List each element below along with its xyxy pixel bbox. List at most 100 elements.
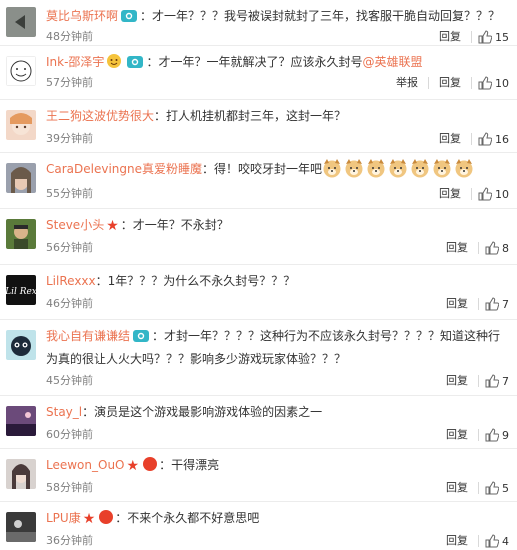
comment-text: 我心自有谦谦结 ：才封一年？？？？这种行为不应该永久封号？？？？知道这种行为真的很… [46, 325, 509, 371]
reply-button[interactable]: 回复 [435, 185, 465, 203]
username[interactable]: 我心自有谦谦结 [46, 329, 130, 343]
like-button[interactable]: 15 [478, 30, 509, 44]
mention-link[interactable]: @英雄联盟 [362, 55, 422, 69]
comment-text: LPU康 ★ ：不来个永久都不好意思吧 [46, 507, 509, 531]
avatar[interactable] [6, 163, 36, 193]
avatar[interactable] [6, 219, 36, 249]
like-count: 16 [495, 132, 509, 146]
comment-item: Steve小头 ★ ：才一年？不永封？ 56分钟前 回复 8 [0, 209, 517, 265]
doge-emoji-icon [455, 159, 473, 178]
like-button[interactable]: 10 [478, 187, 509, 201]
doge-emoji-icon [433, 159, 451, 178]
red-badge-icon [99, 510, 114, 524]
timestamp: 60分钟前 [46, 428, 93, 441]
like-count: 5 [502, 481, 509, 495]
comment-item: 我心自有谦谦结 ：才封一年？？？？这种行为不应该永久封号？？？？知道这种行为真的很… [0, 320, 517, 396]
like-count: 7 [502, 297, 509, 311]
timestamp: 36分钟前 [46, 534, 93, 547]
reply-button[interactable]: 回复 [442, 479, 472, 497]
comment-list: 莫比乌斯环啊 ：才一年？？？我号被误封就封了三年，找客服干脆自动回复？？？ 48分… [0, 0, 517, 550]
like-count: 10 [495, 187, 509, 201]
thumbs-up-icon [485, 428, 499, 442]
divider [478, 429, 479, 441]
like-button[interactable]: 9 [485, 428, 509, 442]
like-count: 8 [502, 241, 509, 255]
reply-button[interactable]: 回复 [442, 426, 472, 444]
comment-body: ：得！咬咬牙封一年吧 [202, 162, 323, 176]
thumbs-up-icon [485, 241, 499, 255]
comment-body: ：打人机挂机都封三年，这封一年？ [154, 109, 347, 123]
doge-emoji-row [322, 159, 476, 178]
timestamp: 55分钟前 [46, 187, 93, 200]
thumbs-up-icon [478, 30, 492, 44]
report-button[interactable]: 举报 [392, 74, 422, 92]
reply-button[interactable]: 回复 [442, 372, 472, 390]
avatar[interactable] [6, 7, 36, 37]
comment-text: LilRexxx：1年？？？为什么不永久封号？？？ [46, 270, 509, 293]
username[interactable]: LPU康 [46, 511, 81, 525]
username[interactable]: Stay_l [46, 405, 82, 419]
comment-item: 王二狗这波优势很大：打人机挂机都封三年，这封一年？ 39分钟前 回复 16 [0, 100, 517, 153]
username[interactable]: Steve小头 [46, 218, 104, 232]
doge-emoji-icon [411, 159, 429, 178]
thumbs-up-icon [485, 534, 499, 548]
thumbs-up-icon [478, 76, 492, 90]
reply-button[interactable]: 回复 [442, 239, 472, 257]
timestamp: 46分钟前 [46, 297, 93, 310]
divider [478, 375, 479, 387]
camera-badge-icon [121, 10, 138, 22]
comment-body: ：才一年？？？我号被误封就封了三年，找客服干脆自动回复？？？ [140, 9, 501, 23]
thumbs-up-icon [485, 297, 499, 311]
comment-item: CaraDelevingne真爱粉睡魔：得！咬咬牙封一年吧 55分钟前 回复 1… [0, 153, 517, 209]
reply-button[interactable]: 回复 [442, 532, 472, 550]
like-button[interactable]: 5 [485, 481, 509, 495]
divider [471, 77, 472, 89]
camera-badge-icon [133, 330, 150, 342]
avatar[interactable]: Lil Rex [6, 275, 36, 305]
doge-emoji-icon [389, 159, 407, 178]
avatar[interactable] [6, 459, 36, 489]
red-badge-icon [143, 457, 158, 471]
star-badge-icon: ★ [126, 458, 140, 474]
avatar[interactable] [6, 512, 36, 542]
timestamp: 58分钟前 [46, 481, 93, 494]
doge-emoji-icon [367, 159, 385, 178]
like-button[interactable]: 8 [485, 241, 509, 255]
star-badge-icon: ★ [106, 218, 119, 234]
doge-emoji-icon [345, 159, 363, 178]
comment-item: Leewon_OuO ★ ：干得漂亮 58分钟前 回复 5 [0, 449, 517, 502]
divider [478, 535, 479, 547]
username[interactable]: LilRexxx [46, 274, 96, 288]
username[interactable]: 王二狗这波优势很大 [46, 109, 154, 123]
comment-body: ：干得漂亮 [159, 458, 220, 472]
like-button[interactable]: 16 [478, 132, 509, 146]
username[interactable]: CaraDelevingne真爱粉睡魔 [46, 162, 202, 176]
reply-button[interactable]: 回复 [442, 295, 472, 313]
thumbs-up-icon [478, 132, 492, 146]
reply-button[interactable]: 回复 [435, 74, 465, 92]
comment-item: Lil Rex LilRexxx：1年？？？为什么不永久封号？？？ 46分钟前 … [0, 265, 517, 320]
divider [428, 77, 429, 89]
avatar[interactable] [6, 330, 36, 360]
comment-item: Ink-邵泽宇 ：才一年？一年就解决了？应该永久封号@英雄联盟 57分钟前 举报 … [0, 46, 517, 100]
comment-item: Stay_l：演员是这个游戏最影响游戏体验的因素之一 60分钟前 回复 9 [0, 396, 517, 449]
like-button[interactable]: 10 [478, 76, 509, 90]
avatar[interactable] [6, 406, 36, 436]
comment-item: LPU康 ★ ：不来个永久都不好意思吧 36分钟前 回复 4 [0, 502, 517, 550]
avatar[interactable] [6, 110, 36, 140]
like-button[interactable]: 4 [485, 534, 509, 548]
username[interactable]: 莫比乌斯环啊 [46, 9, 118, 23]
like-button[interactable]: 7 [485, 374, 509, 388]
divider [471, 188, 472, 200]
thumbs-up-icon [485, 374, 499, 388]
comment-body: ：才一年？不永封？ [120, 218, 229, 232]
username[interactable]: Leewon_OuO [46, 458, 125, 472]
avatar[interactable] [6, 56, 36, 86]
comment-item: 莫比乌斯环啊 ：才一年？？？我号被误封就封了三年，找客服干脆自动回复？？？ 48分… [0, 0, 517, 46]
like-button[interactable]: 7 [485, 297, 509, 311]
reply-button[interactable]: 回复 [435, 130, 465, 148]
reply-button[interactable]: 回复 [435, 28, 465, 46]
username[interactable]: Ink-邵泽宇 [46, 55, 104, 69]
timestamp: 57分钟前 [46, 76, 93, 89]
like-count: 10 [495, 76, 509, 90]
